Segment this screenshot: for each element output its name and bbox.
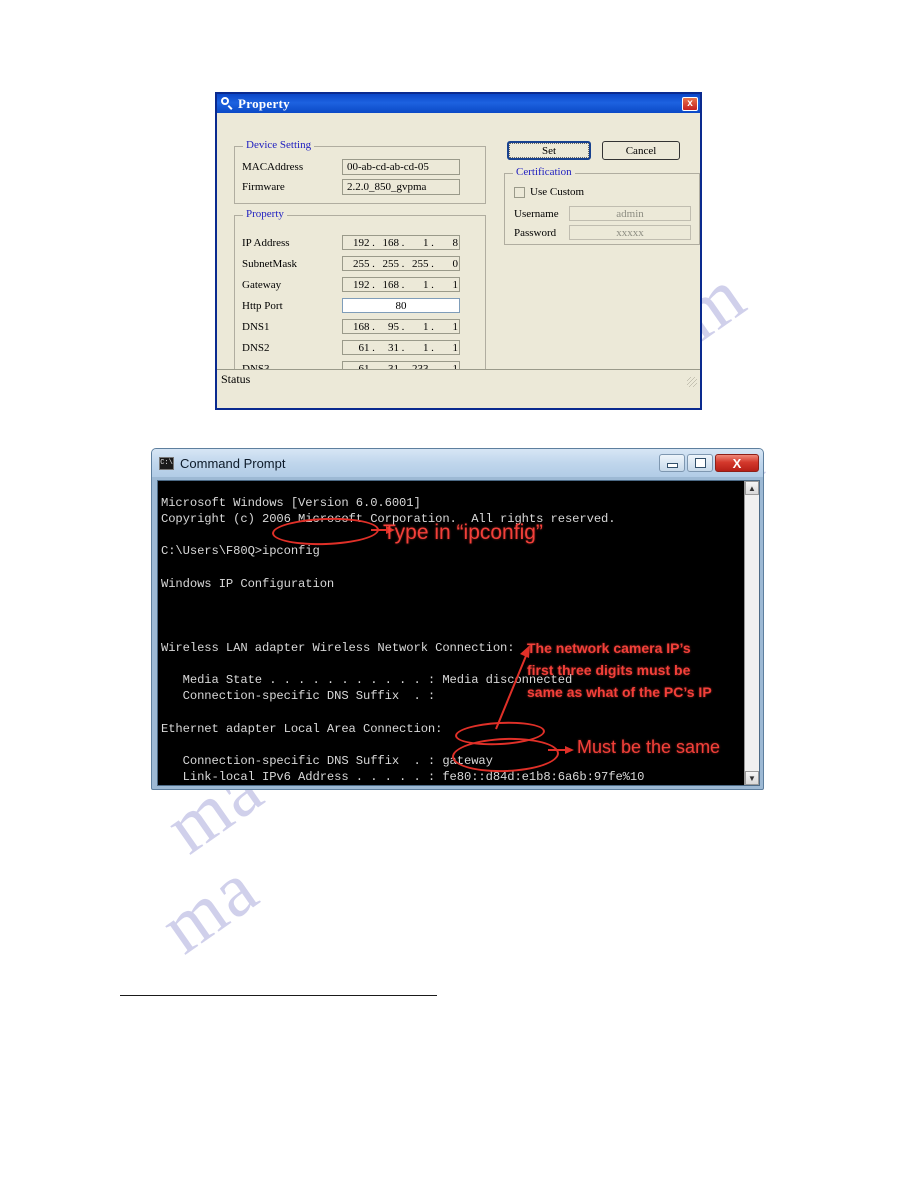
- dns1-field[interactable]: 168. 95. 1. 1: [342, 319, 460, 334]
- dns1-row: DNS1 168. 95. 1. 1: [242, 319, 460, 334]
- scroll-up-icon[interactable]: ▲: [745, 481, 759, 495]
- firmware-row: Firmware 2.2.0_850_gvpma: [242, 179, 460, 195]
- ip-address-row: IP Address 192. 168. 1. 8: [242, 235, 460, 250]
- console-icon: C:\: [159, 456, 174, 470]
- certification-legend: Certification: [513, 166, 575, 178]
- set-button[interactable]: Set: [507, 141, 591, 160]
- use-custom-checkbox[interactable]: [514, 186, 525, 198]
- minimize-icon[interactable]: [659, 454, 685, 472]
- username-label: Username: [514, 207, 559, 220]
- use-custom-label: Use Custom: [530, 186, 585, 198]
- annotation-arrow-three-digits: [495, 645, 530, 730]
- annotation-arrow-must-be-same: [548, 746, 574, 754]
- annotation-ipconfig: Type in “ipconfig”: [383, 521, 543, 544]
- gateway-field[interactable]: 192. 168. 1. 1: [342, 277, 460, 292]
- device-setting-group: Device Setting: [234, 139, 486, 204]
- mac-address-row: MACAddress 00-ab-cd-ab-cd-05: [242, 159, 460, 175]
- username-input[interactable]: admin: [569, 206, 691, 221]
- annotation-three-digits-line2: first three digits must be: [527, 662, 691, 678]
- mac-address-label: MACAddress: [242, 161, 304, 173]
- footnote-separator: [120, 995, 437, 996]
- dns2-row: DNS2 61. 31. 1. 1: [242, 340, 460, 355]
- status-bar: Status: [217, 369, 700, 389]
- cancel-button[interactable]: Cancel: [602, 141, 680, 160]
- close-icon[interactable]: x: [682, 96, 698, 111]
- watermark-text: ma: [145, 845, 274, 970]
- device-setting-legend: Device Setting: [243, 139, 315, 151]
- annotation-must-be-same: Must be the same: [577, 737, 721, 757]
- password-row: Password xxxxx: [514, 225, 691, 240]
- command-prompt-titlebar[interactable]: C:\ Command Prompt X: [152, 449, 763, 477]
- dns1-label: DNS1: [242, 320, 270, 333]
- dns2-label: DNS2: [242, 341, 270, 354]
- username-row: Username admin: [514, 206, 691, 221]
- subnet-mask-label: SubnetMask: [242, 257, 297, 270]
- subnet-mask-field[interactable]: 255. 255. 255. 0: [342, 256, 460, 271]
- close-glyph: X: [732, 455, 742, 471]
- mac-address-field[interactable]: 00-ab-cd-ab-cd-05: [342, 159, 460, 175]
- console-scrollbar[interactable]: ▲ ▼: [744, 481, 759, 785]
- resize-grip-icon[interactable]: [687, 377, 697, 387]
- close-icon[interactable]: X: [715, 454, 759, 472]
- gateway-label: Gateway: [242, 278, 282, 291]
- password-label: Password: [514, 226, 557, 239]
- annotation-three-digits-line1: The network camera IP’s: [527, 640, 691, 656]
- property-dialog-window: Property x Device Setting MACAddress 00-…: [215, 92, 702, 410]
- annotation-three-digits-line3: same as what of the PC’s IP: [527, 684, 712, 700]
- firmware-label: Firmware: [242, 181, 285, 193]
- gateway-row: Gateway 192. 168. 1. 1: [242, 277, 460, 292]
- dns2-field[interactable]: 61. 31. 1. 1: [342, 340, 460, 355]
- http-port-row: Http Port 80: [242, 298, 460, 313]
- http-port-field[interactable]: 80: [342, 298, 460, 313]
- property-window-title: Property: [238, 95, 290, 111]
- use-custom-row: Use Custom: [514, 186, 584, 198]
- firmware-field[interactable]: 2.2.0_850_gvpma: [342, 179, 460, 195]
- subnet-mask-row: SubnetMask 255. 255. 255. 0: [242, 256, 460, 271]
- ip-address-label: IP Address: [242, 236, 290, 249]
- maximize-icon[interactable]: [687, 454, 713, 472]
- command-prompt-title: Command Prompt: [180, 455, 286, 471]
- password-input[interactable]: xxxxx: [569, 225, 691, 240]
- scroll-down-icon[interactable]: ▼: [745, 771, 759, 785]
- status-bar-text: Status: [221, 372, 251, 386]
- property-group-legend: Property: [243, 208, 287, 220]
- ip-address-field[interactable]: 192. 168. 1. 8: [342, 235, 460, 250]
- magnifier-icon: [221, 97, 234, 110]
- property-titlebar[interactable]: Property x: [217, 94, 700, 113]
- property-dialog-body: Device Setting MACAddress 00-ab-cd-ab-cd…: [217, 113, 700, 389]
- http-port-label: Http Port: [242, 299, 283, 312]
- set-button-label: Set: [509, 143, 589, 158]
